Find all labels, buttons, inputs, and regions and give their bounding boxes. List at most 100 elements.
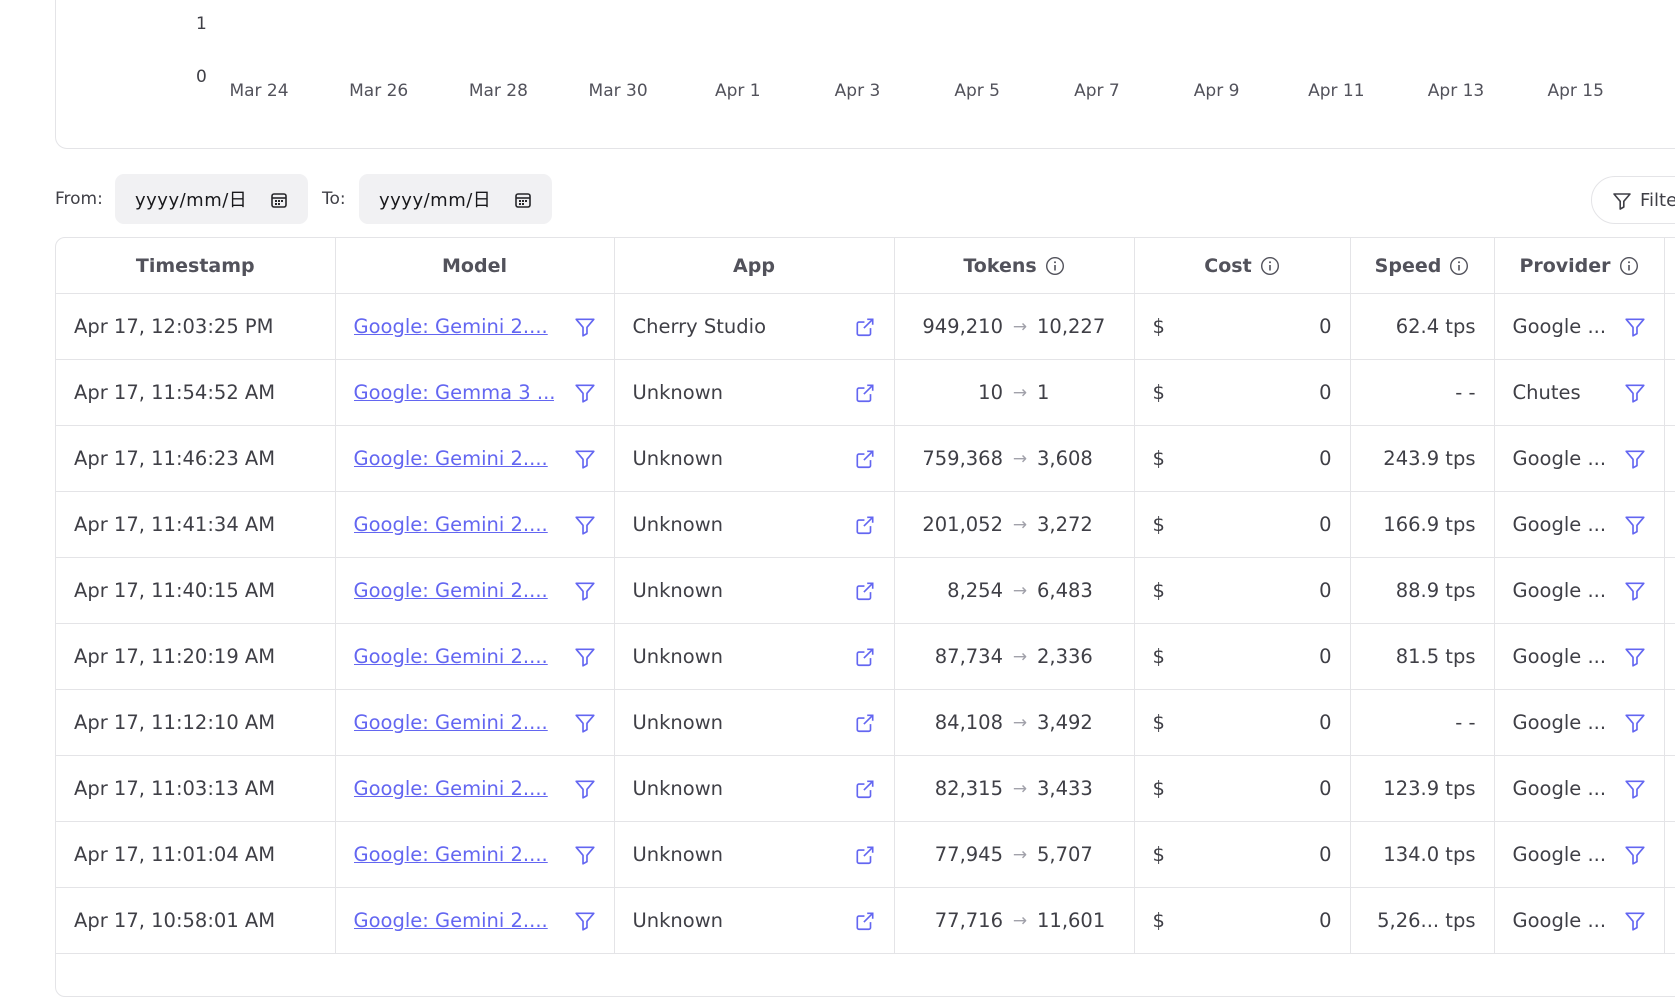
activity-table: Timestamp Model App Tokens Cost Speed Pr… [55,237,1675,997]
model-link[interactable]: Google: Gemini 2.... [354,777,548,800]
x-tick-label: Apr 1 [714,81,761,101]
tokens-out: 11,601 [1037,909,1106,932]
from-label: From: [55,189,103,209]
x-tick-label: Apr 7 [1074,81,1120,101]
table-row[interactable]: Apr 17, 11:46:23 AM Google: Gemini 2.... U… [56,425,1675,492]
timestamp-cell: Apr 17, 11:54:52 AM [56,359,336,426]
speed-cell: 62.4 tps [1350,293,1495,360]
filter-icon[interactable] [1624,777,1646,801]
currency-symbol: $ [1152,777,1165,800]
table-row[interactable]: Apr 17, 10:58:01 AM Google: Gemini 2.... U… [56,887,1675,954]
cost-value: 0 [1319,513,1332,536]
table-row[interactable]: Apr 17, 11:12:10 AM Google: Gemini 2.... U… [56,689,1675,756]
extra-cell [1664,293,1675,360]
external-link-icon[interactable] [854,843,876,867]
to-date-input[interactable]: yyyy/mm/日 [359,174,552,224]
table-row[interactable]: Apr 17, 11:01:04 AM Google: Gemini 2.... U… [56,821,1675,888]
column-header-app[interactable]: App [614,238,895,294]
tokens-in: 10 [978,381,1003,404]
info-icon[interactable] [1260,255,1280,277]
filter-icon[interactable] [574,843,596,867]
table-row[interactable]: Apr 17, 11:41:34 AM Google: Gemini 2.... U… [56,491,1675,558]
extra-cell [1664,821,1675,888]
filter-icon[interactable] [574,579,596,603]
model-cell: Google: Gemini 2.... [335,689,615,756]
filter-icon[interactable] [1624,513,1646,537]
model-link[interactable]: Google: Gemini 2.... [354,645,548,668]
external-link-icon[interactable] [854,909,876,933]
external-link-icon[interactable] [854,513,876,537]
column-header-cost[interactable]: Cost [1134,238,1351,294]
speed-cell: - - [1350,689,1495,756]
filter-icon[interactable] [574,447,596,471]
model-link[interactable]: Google: Gemini 2.... [354,447,548,470]
column-header-model[interactable]: Model [335,238,615,294]
table-row[interactable]: Apr 17, 11:54:52 AM Google: Gemma 3 ... Un… [56,359,1675,426]
filter-icon[interactable] [1624,711,1646,735]
filter-icon[interactable] [574,513,596,537]
filter-icon[interactable] [574,315,596,339]
table-row[interactable]: Apr 17, 11:03:13 AM Google: Gemini 2.... U… [56,755,1675,822]
filter-icon[interactable] [574,645,596,669]
column-header-timestamp[interactable]: Timestamp [56,238,336,294]
external-link-icon[interactable] [854,447,876,471]
filter-icon[interactable] [574,711,596,735]
provider-name: Google ... [1512,777,1607,800]
model-link[interactable]: Google: Gemma 3 ... [354,381,554,404]
external-link-icon[interactable] [854,711,876,735]
filter-icon[interactable] [1624,315,1646,339]
table-row[interactable]: Apr 17, 12:03:25 PM Google: Gemini 2.... C… [56,293,1675,360]
filter-icon[interactable] [1624,843,1646,867]
filter-icon[interactable] [1624,645,1646,669]
model-link[interactable]: Google: Gemini 2.... [354,711,548,734]
filter-icon[interactable] [574,381,596,405]
filter-icon[interactable] [1624,909,1646,933]
arrow-right-icon: → [1012,580,1028,601]
arrow-right-icon: → [1012,514,1028,535]
currency-symbol: $ [1152,579,1165,602]
app-name: Unknown [632,843,724,866]
filter-icon[interactable] [574,777,596,801]
tokens-cell: 201,052 → 3,272 [894,491,1135,558]
column-header-provider[interactable]: Provider [1494,238,1665,294]
model-link[interactable]: Google: Gemini 2.... [354,513,548,536]
timestamp-cell: Apr 17, 11:01:04 AM [56,821,336,888]
filter-icon[interactable] [1624,579,1646,603]
to-date-placeholder: yyyy/mm/日 [379,190,492,211]
column-header-tokens[interactable]: Tokens [894,238,1135,294]
external-link-icon[interactable] [854,381,876,405]
column-header-speed[interactable]: Speed [1350,238,1495,294]
calendar-icon[interactable] [514,189,532,210]
table-row[interactable]: Apr 17, 11:20:19 AM Google: Gemini 2.... U… [56,623,1675,690]
external-link-icon[interactable] [854,777,876,801]
filter-icon[interactable] [1624,447,1646,471]
provider-cell: Google ... [1494,425,1665,492]
model-link[interactable]: Google: Gemini 2.... [354,843,548,866]
model-cell: Google: Gemini 2.... [335,623,615,690]
app-cell: Unknown [614,425,895,492]
info-icon[interactable] [1449,255,1469,277]
provider-name: Google ... [1512,645,1607,668]
info-icon[interactable] [1619,255,1639,277]
model-link[interactable]: Google: Gemini 2.... [354,315,548,338]
extra-cell [1664,557,1675,624]
arrow-right-icon: → [1012,844,1028,865]
model-link[interactable]: Google: Gemini 2.... [354,579,548,602]
extra-cell [1664,623,1675,690]
filter-button[interactable]: Filter [1591,176,1675,224]
external-link-icon[interactable] [854,645,876,669]
filter-icon[interactable] [1624,381,1646,405]
external-link-icon[interactable] [854,315,876,339]
external-link-icon[interactable] [854,579,876,603]
model-link[interactable]: Google: Gemini 2.... [354,909,548,932]
from-date-input[interactable]: yyyy/mm/日 [115,174,308,224]
filter-icon[interactable] [574,909,596,933]
column-header-extra [1664,238,1675,294]
app-cell: Unknown [614,491,895,558]
calendar-icon[interactable] [270,189,288,210]
currency-symbol: $ [1152,645,1165,668]
app-name: Unknown [632,645,724,668]
tokens-in: 8,254 [947,579,1003,602]
info-icon[interactable] [1045,255,1065,277]
table-row[interactable]: Apr 17, 11:40:15 AM Google: Gemini 2.... U… [56,557,1675,624]
